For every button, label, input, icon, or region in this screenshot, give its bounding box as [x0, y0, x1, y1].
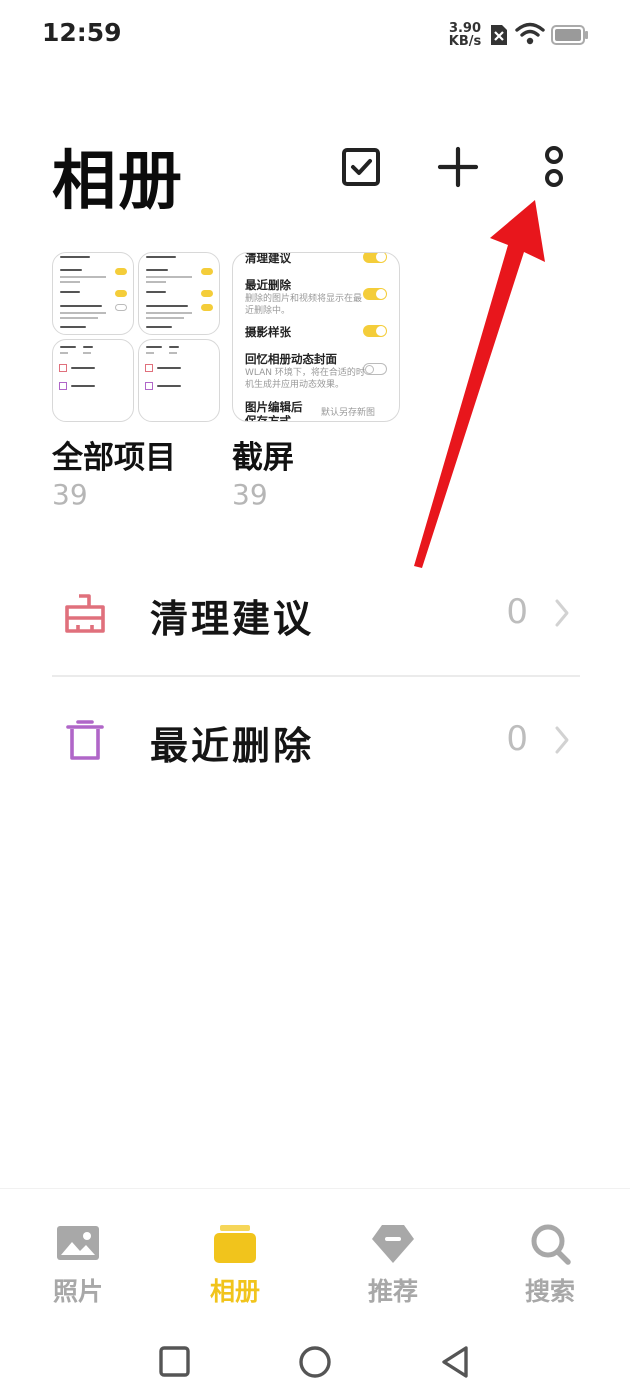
album-name[interactable]: 全部项目	[52, 432, 176, 477]
album-count: 39	[52, 478, 88, 511]
thumbnail	[138, 252, 220, 335]
thumbnail	[138, 339, 220, 422]
more-vertical-icon	[545, 146, 563, 187]
tag-icon	[372, 1225, 414, 1263]
select-button[interactable]	[334, 140, 388, 194]
recent-apps-button[interactable]	[155, 1340, 195, 1384]
tab-label: 推荐	[367, 1277, 418, 1306]
search-icon	[531, 1224, 571, 1265]
tab-photos[interactable]: 照片	[18, 1189, 138, 1319]
chevron-right-icon	[555, 599, 569, 627]
page-title: 相册	[52, 145, 184, 219]
sim-x-icon	[488, 23, 510, 47]
tab-recommend[interactable]: 推荐	[333, 1189, 453, 1319]
broom-icon	[65, 594, 105, 633]
album-cover-all-items[interactable]	[52, 252, 220, 422]
album-count: 39	[232, 478, 268, 511]
more-button[interactable]	[527, 140, 581, 194]
triangle-back-icon	[442, 1346, 468, 1378]
thumb-text: 清理建议	[245, 252, 291, 265]
row-label: 最近删除	[150, 724, 315, 768]
thumb-text: 摄影样张	[245, 325, 291, 339]
network-speed-unit: KB/s	[448, 34, 482, 49]
row-recently-deleted[interactable]: 最近删除 0	[52, 677, 580, 803]
image-icon	[57, 1226, 99, 1260]
thumb-text: 近删除中。	[245, 306, 291, 316]
thumb-text: 回忆相册动态封面	[245, 352, 337, 366]
status-time: 12:59	[42, 18, 122, 47]
bottom-tab-bar: 照片 相册 推荐 搜索	[0, 1188, 630, 1319]
battery-icon	[551, 25, 589, 45]
tab-search[interactable]: 搜索	[490, 1189, 610, 1319]
thumb-text: 最近删除	[245, 278, 291, 292]
network-speed: 3.90 KB/s	[446, 22, 484, 48]
circle-icon	[299, 1346, 331, 1378]
album-name[interactable]: 截屏	[232, 432, 294, 477]
back-button[interactable]	[436, 1340, 476, 1384]
row-count: 0	[506, 592, 528, 632]
row-label: 清理建议	[150, 597, 315, 641]
tab-label: 搜索	[524, 1277, 575, 1306]
row-count: 0	[506, 719, 528, 759]
thumb-text: 默认另存新图	[321, 408, 376, 418]
chevron-right-icon	[555, 726, 569, 754]
tab-albums[interactable]: 相册	[175, 1189, 295, 1319]
checkbox-icon	[342, 148, 380, 186]
thumb-text: 机生成并应用动态效果。	[245, 380, 345, 390]
thumb-text: 删除的图片和视频将显示在最	[245, 294, 363, 304]
thumb-text: 保存方式	[245, 414, 291, 422]
album-cover-screenshots[interactable]: 清理建议 最近删除 删除的图片和视频将显示在最 近删除中。 摄影样张 回忆相册动…	[232, 252, 400, 422]
annotation-arrow	[414, 200, 545, 568]
add-album-button[interactable]	[431, 140, 485, 194]
trash-icon	[66, 720, 104, 760]
plus-icon	[437, 146, 479, 188]
album-icon	[214, 1225, 256, 1263]
tab-label: 照片	[52, 1277, 103, 1306]
square-icon	[159, 1346, 190, 1377]
thumbnail	[52, 339, 134, 422]
home-button[interactable]	[295, 1340, 335, 1384]
thumb-text: WLAN 环境下，将在合适的时	[245, 368, 365, 378]
thumbnail	[52, 252, 134, 335]
tab-label: 相册	[209, 1277, 260, 1306]
wifi-icon	[515, 22, 545, 46]
